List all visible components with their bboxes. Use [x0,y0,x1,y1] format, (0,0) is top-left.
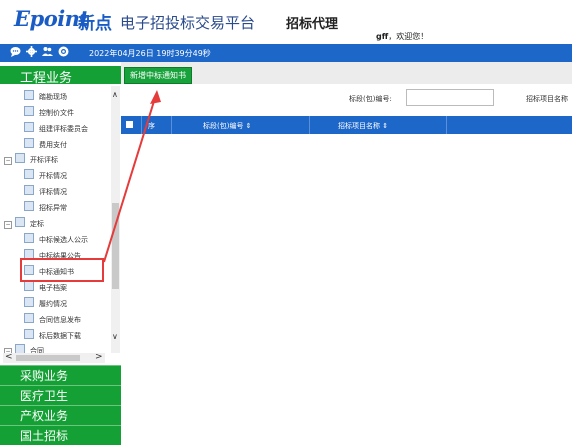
collapse-icon[interactable]: − [4,157,12,165]
column-divider [446,116,447,134]
page-icon [24,313,34,323]
column-divider [141,116,142,134]
tree-horizontal-scrollbar[interactable]: < > [3,352,105,363]
section-code-label: 标段(包)编号: [349,95,392,103]
datetime-display: 2022年04月26日 19时39分49秒 [89,49,211,58]
table-header: 序 标段(包)编号 ⇕ 招标项目名称 ⇕ [121,116,572,134]
help-icon[interactable] [58,46,69,57]
nav-tree: 踏勘现场 控制价文件 组建评标委员会 费用支付 − 开标评标 开标情况 评标情况 … [0,86,110,353]
tree-item-control-price[interactable]: 控制价文件 [24,106,74,120]
sidebar-category-property[interactable]: 产权业务 [0,405,121,425]
page-icon [24,90,34,100]
tree-item-candidate-notice[interactable]: 中标候选人公示 [24,233,88,247]
column-seq: 序 [148,122,155,130]
sidebar-category-land[interactable]: 国土招标 [0,425,121,445]
scroll-thumb[interactable] [112,203,119,289]
page-icon [24,106,34,116]
welcome-label: ，欢迎您！ [388,32,429,41]
users-icon[interactable] [42,46,53,57]
search-row: 标段(包)编号: 招标项目名称 [121,86,572,112]
page-icon [24,297,34,307]
sidebar-category-medical[interactable]: 医疗卫生 [0,385,121,405]
tree-item-evaluation[interactable]: 评标情况 [24,185,67,199]
sidebar-category-engineering[interactable]: 工程业务 [0,66,121,86]
section-code-input[interactable] [406,89,494,106]
page-icon [24,233,34,243]
chat-icon[interactable] [10,46,21,57]
project-name-label: 招标项目名称 [526,95,568,103]
top-bar: 2022年04月26日 19时39分49秒 [0,44,572,62]
folder-icon [15,217,25,227]
highlight-box [20,258,104,282]
page-icon [24,122,34,132]
page-icon [24,201,34,211]
tree-folder-award[interactable]: − 定标 [4,217,44,231]
tree-item-opening-status[interactable]: 开标情况 [24,169,67,183]
username: gff [376,32,389,41]
main-content: 新增中标通知书 标段(包)编号: 招标项目名称 序 标段(包)编号 ⇕ 招标项目… [121,62,572,433]
tree-item-anomaly[interactable]: 招标异常 [24,201,67,215]
app-header: Epoint 新点 电子招投标交易平台 招标代理 gff，欢迎您！ [0,0,572,44]
page-icon [24,185,34,195]
folder-icon [15,344,25,353]
tree-item-e-archive[interactable]: 电子档案 [24,281,67,295]
scroll-thumb[interactable] [16,355,80,361]
scroll-right-icon[interactable]: > [95,352,103,362]
tree-item-contract-publish[interactable]: 合同信息发布 [24,313,81,327]
tree-item-site-visit[interactable]: 踏勘现场 [24,90,67,104]
tree-item-performance[interactable]: 履约情况 [24,297,67,311]
tree-item-committee[interactable]: 组建评标委员会 [24,122,88,136]
page-icon [24,281,34,291]
column-project-name[interactable]: 招标项目名称 ⇕ [338,121,388,131]
settings-icon[interactable] [26,46,37,57]
tree-item-fee-payment[interactable]: 费用支付 [24,138,67,152]
column-divider [171,116,172,134]
platform-title: 电子招投标交易平台 [120,14,256,32]
sidebar: 工程业务 踏勘现场 控制价文件 组建评标委员会 费用支付 − 开标评标 开标情况 … [0,62,122,445]
new-award-letter-button[interactable]: 新增中标通知书 [124,67,192,84]
collapse-icon[interactable]: − [4,221,12,229]
role-title: 招标代理 [286,17,339,32]
scroll-up-icon[interactable]: ∧ [112,90,118,99]
column-divider [309,116,310,134]
page-icon [24,329,34,339]
tree-folder-bid-opening[interactable]: − 开标评标 [4,153,58,167]
sidebar-category-procurement[interactable]: 采购业务 [0,365,121,385]
tree-vertical-scrollbar[interactable]: ∧ ∨ [111,86,120,353]
folder-icon [15,153,25,163]
column-section-code[interactable]: 标段(包)编号 ⇕ [203,121,252,131]
scroll-left-icon[interactable]: < [5,352,13,362]
tree-item-data-download[interactable]: 标后数据下载 [24,329,81,343]
logo-cn: 新点 [78,14,112,34]
page-icon [24,169,34,179]
toolbar: 新增中标通知书 [121,62,572,84]
select-all-checkbox[interactable] [126,121,133,128]
page-icon [24,138,34,148]
welcome-text: gff，欢迎您！ [376,31,428,42]
scroll-down-icon[interactable]: ∨ [112,332,118,341]
